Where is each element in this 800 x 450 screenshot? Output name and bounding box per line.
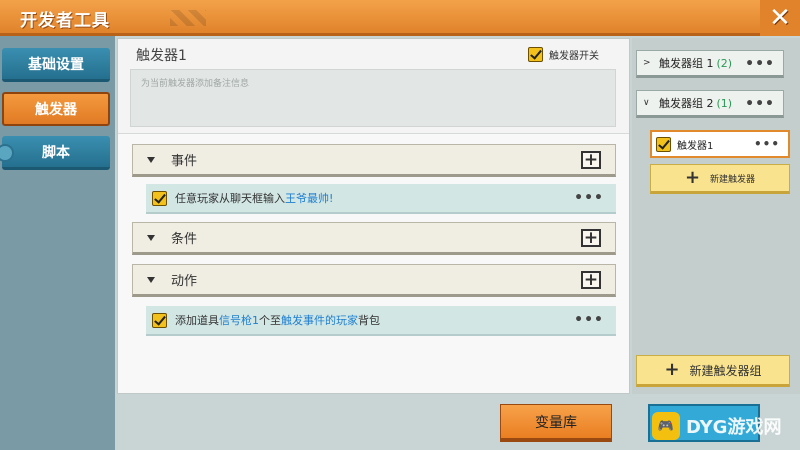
- action-rule-text-part: 背包: [358, 314, 380, 327]
- section-condition[interactable]: 条件 +: [132, 222, 616, 255]
- close-button[interactable]: ✕: [760, 0, 800, 36]
- action-rule-text-part: 添加道具: [175, 314, 219, 327]
- plus-icon: +: [684, 167, 701, 188]
- event-rule-row[interactable]: 任意玩家从聊天框输入王爷最帅! •••: [146, 184, 616, 214]
- watermark: 🎮 DYG游戏网: [652, 406, 800, 446]
- close-icon: ✕: [769, 3, 791, 33]
- section-label: 事件: [171, 154, 198, 169]
- gamepad-icon: 🎮: [652, 412, 680, 440]
- trigger-note-placeholder: 为当前触发器添加备注信息: [141, 79, 250, 89]
- sidebar-item-label: 触发器: [35, 102, 77, 118]
- sidebar-item-basic-settings[interactable]: 基础设置: [2, 48, 110, 82]
- section-label: 动作: [171, 274, 198, 289]
- chevron-right-icon: >: [643, 58, 651, 68]
- section-event[interactable]: 事件 +: [132, 144, 616, 177]
- sidebar-item-label: 基础设置: [28, 56, 84, 73]
- collapse-triangle-icon[interactable]: [147, 234, 155, 241]
- trigger-switch-label: 触发器开关: [549, 51, 599, 62]
- chevron-down-icon: ∨: [643, 98, 650, 108]
- collapse-triangle-icon[interactable]: [147, 276, 155, 283]
- trigger-group-count: (1): [716, 96, 733, 110]
- watermark-text: DYG游戏网: [686, 417, 782, 438]
- action-rule-row[interactable]: 添加道具信号枪1个至触发事件的玩家背包 •••: [146, 306, 616, 336]
- action-rule-param-item[interactable]: 信号枪1: [219, 314, 259, 327]
- trigger-group-label: 触发器组 2: [659, 97, 714, 110]
- trigger-note-input[interactable]: 为当前触发器添加备注信息: [130, 69, 616, 127]
- trigger-group-2[interactable]: ∨ 触发器组 2 (1) •••: [636, 90, 784, 118]
- new-group-label: 新建触发器组: [689, 363, 762, 378]
- trigger-item-label: 触发器1: [677, 140, 714, 152]
- event-rule-text: 任意玩家从聊天框输入王爷最帅!: [175, 190, 333, 206]
- new-trigger-button[interactable]: + 新建触发器: [650, 164, 790, 194]
- title-bar: 开发者工具 ✕: [0, 0, 800, 36]
- trigger-switch[interactable]: 触发器开关: [528, 47, 599, 62]
- new-trigger-label: 新建触发器: [710, 174, 756, 185]
- add-action-button[interactable]: +: [581, 271, 601, 289]
- trigger-name[interactable]: 触发器1: [136, 45, 187, 65]
- add-condition-button[interactable]: +: [581, 229, 601, 247]
- window-title: 开发者工具: [20, 11, 110, 31]
- action-rule-checkbox[interactable]: [152, 312, 167, 328]
- more-options-icon[interactable]: •••: [754, 138, 780, 150]
- rule-list: 事件 + 任意玩家从聊天框输入王爷最帅! ••• 条件 + 动作 + 添加道具信…: [118, 133, 629, 393]
- section-label: 条件: [171, 232, 198, 247]
- trigger-group-count: (2): [716, 56, 733, 70]
- add-event-button[interactable]: +: [581, 151, 601, 169]
- event-rule-prefix: 任意玩家从聊天框输入: [175, 192, 285, 205]
- trigger-group-1[interactable]: > 触发器组 1 (2) •••: [636, 50, 784, 78]
- trigger-group-label: 触发器组 1: [659, 57, 714, 70]
- variable-library-label: 变量库: [535, 414, 577, 431]
- event-rule-checkbox[interactable]: [152, 190, 167, 206]
- event-rule-param[interactable]: 王爷最帅!: [285, 192, 333, 205]
- sidebar: 基础设置 触发器 脚本: [0, 36, 115, 450]
- plus-icon: +: [664, 359, 680, 380]
- trigger-item-checkbox[interactable]: [656, 136, 671, 152]
- section-action[interactable]: 动作 +: [132, 264, 616, 297]
- sidebar-item-scripts[interactable]: 脚本: [0, 136, 110, 170]
- new-trigger-group-button[interactable]: + 新建触发器组: [636, 355, 790, 387]
- more-options-icon[interactable]: •••: [745, 57, 775, 71]
- more-options-icon[interactable]: •••: [745, 97, 775, 111]
- more-options-icon[interactable]: •••: [574, 313, 604, 327]
- trigger-switch-checkbox[interactable]: [528, 47, 543, 62]
- action-rule-text-part: 个至: [259, 314, 281, 327]
- trigger-editor: 触发器1 触发器开关 为当前触发器添加备注信息 事件 + 任意玩家从聊天框输入王…: [117, 38, 630, 394]
- script-icon: [0, 144, 14, 162]
- sidebar-item-label: 脚本: [42, 144, 70, 161]
- trigger-list-item[interactable]: 触发器1 •••: [650, 130, 790, 158]
- more-options-icon[interactable]: •••: [574, 191, 604, 205]
- variable-library-button[interactable]: 变量库: [500, 404, 612, 442]
- collapse-triangle-icon[interactable]: [147, 156, 155, 163]
- sidebar-item-triggers[interactable]: 触发器: [2, 92, 110, 126]
- title-decoration: [170, 10, 206, 26]
- trigger-groups-panel: > 触发器组 1 (2) ••• ∨ 触发器组 2 (1) ••• 触发器1 •…: [632, 38, 800, 394]
- action-rule-param-player[interactable]: 触发事件的玩家: [281, 314, 358, 327]
- action-rule-text: 添加道具信号枪1个至触发事件的玩家背包: [175, 312, 380, 328]
